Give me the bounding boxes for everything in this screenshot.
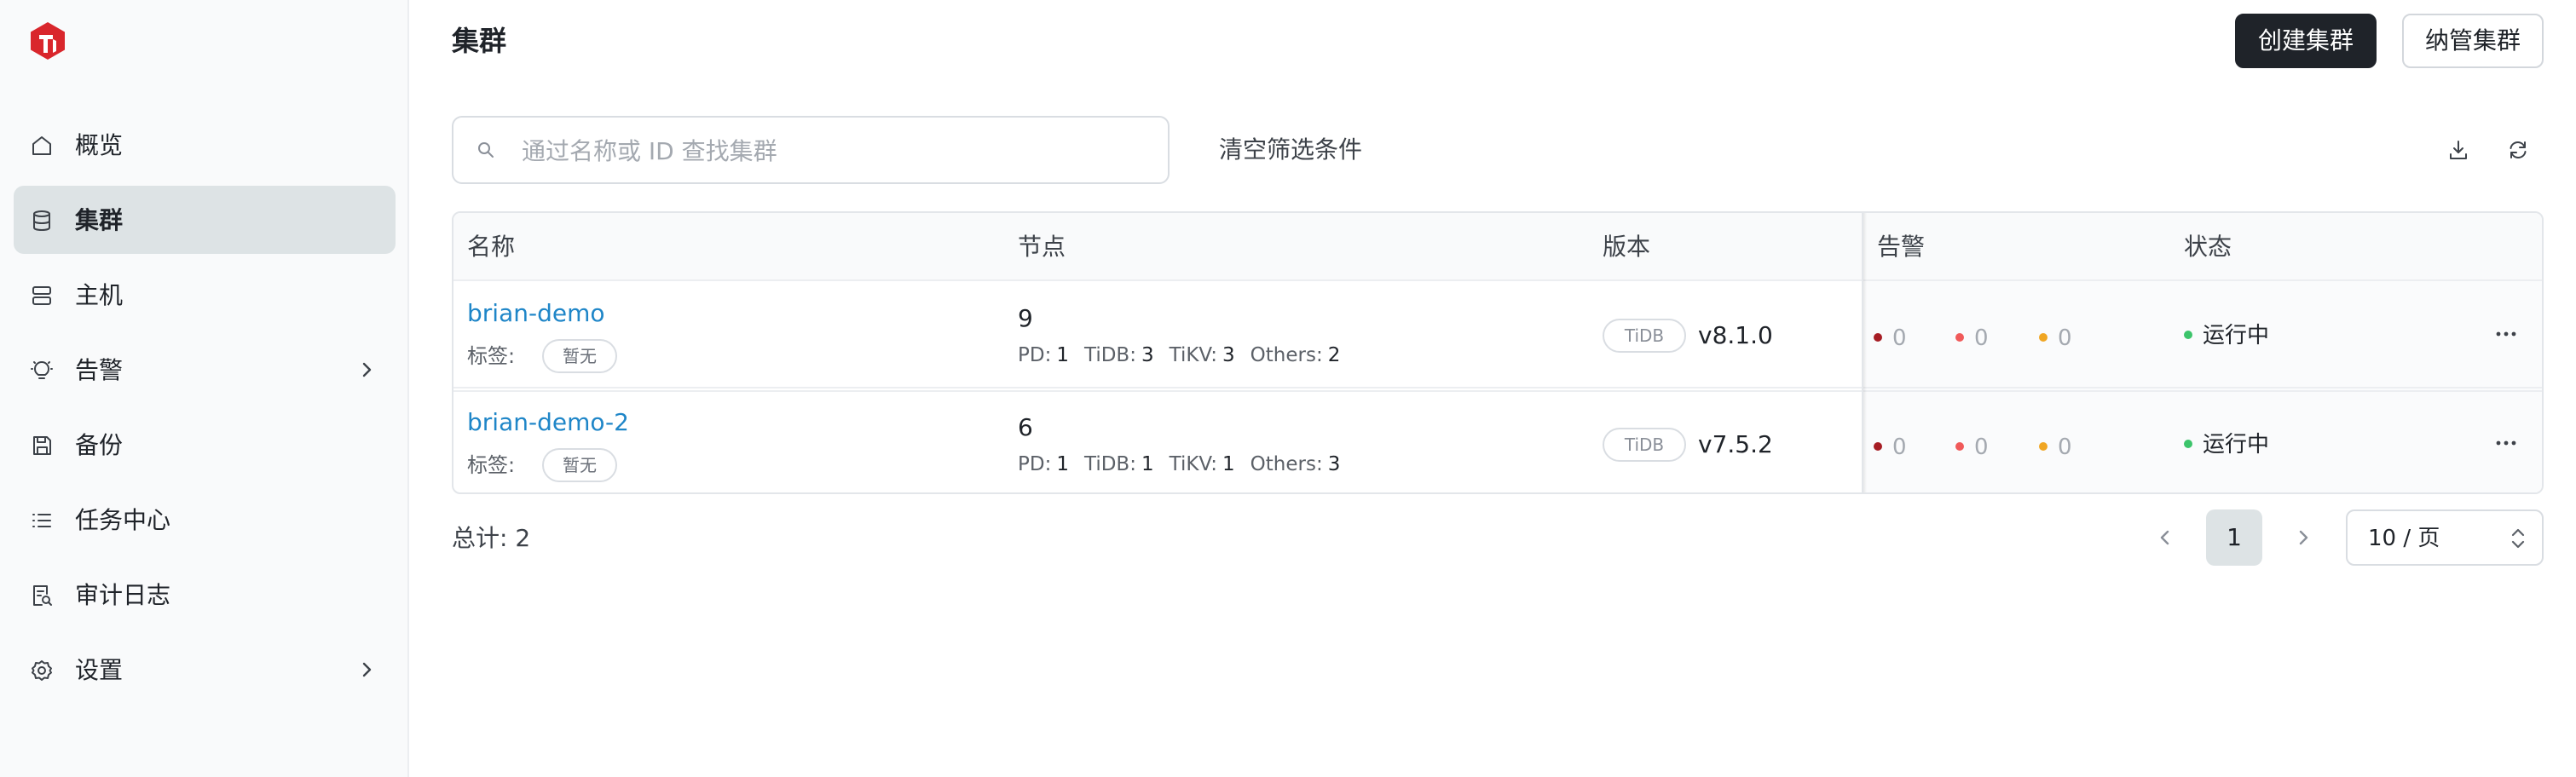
clear-filter-button[interactable]: 清空筛选条件 [1219, 133, 1362, 167]
sidebar-item-tasks[interactable]: 任务中心 [14, 486, 396, 554]
next-page-button[interactable] [2276, 509, 2331, 566]
cluster-name-link[interactable]: brian-demo-2 [467, 407, 629, 438]
chevron-left-icon [2160, 530, 2169, 545]
tag-pill: 暂无 [542, 339, 617, 373]
column-header-name: 名称 [467, 233, 516, 261]
search-box[interactable] [452, 116, 1170, 184]
chevron-right-icon [356, 659, 377, 680]
sidebar-item-label: 设置 [75, 656, 124, 684]
alert-warning-count: 0 [2039, 324, 2072, 353]
node-count: 9 [1018, 304, 1033, 332]
sidebar-item-label: 集群 [75, 206, 124, 234]
alert-major-count: 0 [1955, 433, 1989, 462]
bulb-icon [29, 358, 55, 383]
sidebar-item-clusters[interactable]: 集群 [14, 186, 396, 254]
alert-critical-count: 0 [1874, 324, 1907, 353]
refresh-icon[interactable] [2503, 135, 2533, 165]
chevron-right-icon [2299, 530, 2308, 545]
version-badge: TiDB [1603, 319, 1686, 353]
tag-pill: 暂无 [542, 448, 617, 482]
sidebar-item-overview[interactable]: 概览 [14, 111, 396, 179]
sidebar-item-label: 告警 [75, 356, 124, 384]
sidebar-item-audit-log[interactable]: 审计日志 [14, 561, 396, 629]
sidebar-item-backup[interactable]: 备份 [14, 411, 396, 479]
sidebar-item-settings[interactable]: 设置 [14, 636, 396, 704]
database-icon [29, 208, 55, 233]
alert-critical-count: 0 [1874, 433, 1907, 462]
tags-label: 标签: [467, 453, 516, 477]
alert-major-count: 0 [1955, 324, 1989, 353]
tags-label: 标签: [467, 344, 516, 368]
status-badge: 运行中 [2184, 429, 2269, 460]
chevron-right-icon [356, 360, 377, 380]
more-actions-icon[interactable] [2492, 429, 2527, 460]
create-cluster-button[interactable]: 创建集群 [2235, 14, 2377, 68]
node-count: 6 [1018, 413, 1033, 441]
table-row: brian-demo-2 标签: 暂无 6 PD: 1 TiDB: 1 TiKV: 1 Ot… [453, 390, 2542, 492]
status-badge: 运行中 [2184, 320, 2269, 351]
sidebar-item-label: 主机 [75, 281, 124, 309]
sidebar-item-label: 备份 [75, 431, 124, 459]
fixed-column-divider [1862, 213, 1867, 492]
column-header-status: 状态 [2184, 233, 2232, 261]
tidb-logo-icon[interactable] [29, 20, 66, 61]
save-icon [29, 433, 55, 458]
total-count: 总计: 2 [452, 524, 531, 552]
node-detail: PD: 1 TiDB: 3 TiKV: 3 Others: 2 [1018, 344, 1341, 366]
page-size-label: 10 / 页 [2368, 526, 2440, 551]
column-header-version: 版本 [1603, 233, 1651, 261]
sidebar-nav: 概览 集群 主机 告警 备份 任务中心 审计日志 设置 [14, 111, 396, 711]
prev-page-button[interactable] [2138, 509, 2192, 566]
table-header: 名称 节点 版本 告警 状态 [453, 213, 2542, 281]
sidebar-item-alerts[interactable]: 告警 [14, 336, 396, 404]
column-header-alerts: 告警 [1877, 233, 1926, 261]
version-text: v8.1.0 [1698, 321, 1773, 349]
node-detail: PD: 1 TiDB: 1 TiKV: 1 Others: 3 [1018, 453, 1341, 475]
home-icon [29, 133, 55, 158]
more-actions-icon[interactable] [2492, 320, 2527, 351]
page-size-select[interactable]: 10 / 页 [2346, 509, 2544, 566]
download-icon[interactable] [2443, 135, 2474, 165]
cluster-name-link[interactable]: brian-demo [467, 298, 604, 329]
audit-log-icon [29, 583, 55, 608]
import-cluster-button[interactable]: 纳管集群 [2402, 14, 2544, 68]
sidebar-item-hosts[interactable]: 主机 [14, 261, 396, 329]
cluster-table: 名称 节点 版本 告警 状态 brian-demo 标签: 暂无 9 PD: 1 T… [452, 211, 2544, 494]
column-header-nodes: 节点 [1018, 233, 1066, 261]
page-number-current[interactable]: 1 [2206, 509, 2262, 566]
sidebar-item-label: 审计日志 [75, 581, 171, 609]
server-icon [29, 283, 55, 308]
table-row: brian-demo 标签: 暂无 9 PD: 1 TiDB: 3 TiKV: 3 Othe… [453, 283, 2542, 388]
list-icon [29, 508, 55, 533]
search-icon [476, 140, 498, 162]
version-text: v7.5.2 [1698, 430, 1773, 458]
version-badge: TiDB [1603, 428, 1686, 462]
sidebar-item-label: 概览 [75, 131, 124, 159]
gear-icon [29, 658, 55, 683]
page-title: 集群 [452, 25, 507, 57]
sidebar: 概览 集群 主机 告警 备份 任务中心 审计日志 设置 [0, 0, 409, 777]
sort-arrows-icon [2510, 527, 2527, 550]
search-input[interactable] [522, 130, 1152, 172]
alert-warning-count: 0 [2039, 433, 2072, 462]
sidebar-item-label: 任务中心 [75, 506, 171, 534]
